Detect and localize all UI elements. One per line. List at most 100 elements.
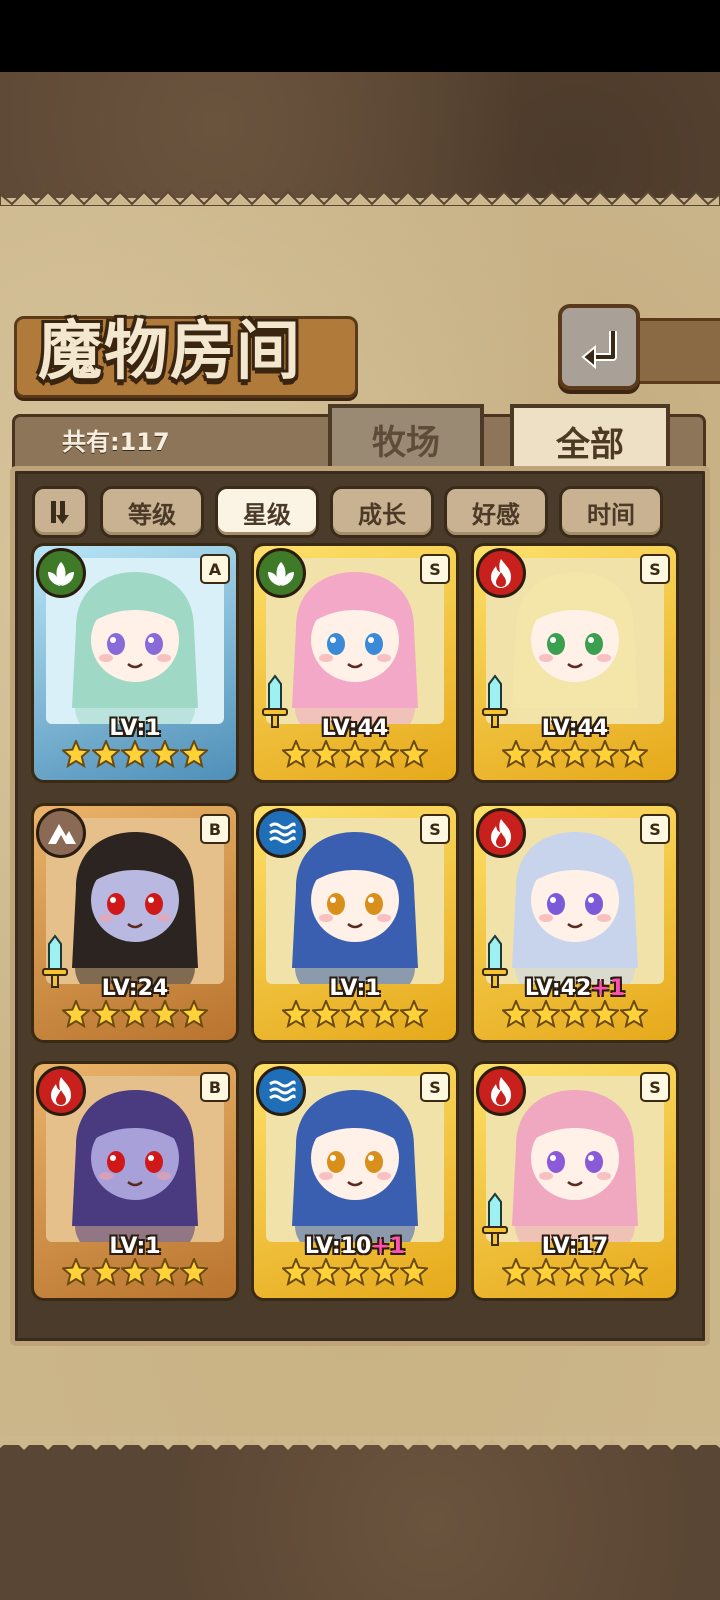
star-icon xyxy=(91,740,120,768)
star-icon xyxy=(282,1000,310,1028)
star-icon xyxy=(531,1258,560,1286)
star-icon xyxy=(311,740,340,768)
star-icon xyxy=(150,740,179,768)
star-icon xyxy=(91,1000,120,1028)
star-icon xyxy=(180,1000,208,1028)
back-button[interactable] xyxy=(558,304,640,390)
sort-level-button[interactable]: 等级 xyxy=(100,486,204,538)
monster-card[interactable]: S LV:10+1 xyxy=(254,1064,456,1298)
grade-badge: S xyxy=(640,554,670,584)
monster-level: LV:10+1 xyxy=(254,1234,456,1259)
star-icon xyxy=(620,1000,648,1028)
star-rating xyxy=(62,1258,208,1290)
star-icon xyxy=(180,740,208,768)
element-nature-icon xyxy=(36,548,86,598)
star-icon xyxy=(400,1000,428,1028)
element-fire-icon xyxy=(36,1066,86,1116)
star-icon xyxy=(561,1258,589,1286)
star-rating xyxy=(62,740,208,772)
monster-level: LV:1 xyxy=(34,716,236,741)
grade-badge: S xyxy=(420,1072,450,1102)
star-rating xyxy=(62,1000,208,1032)
sort-order-button[interactable] xyxy=(32,486,88,538)
grade-badge: B xyxy=(200,814,230,844)
star-icon xyxy=(502,740,530,768)
grade-badge: S xyxy=(640,1072,670,1102)
level-bonus: +1 xyxy=(591,976,626,1001)
star-icon xyxy=(62,1258,90,1286)
sort-order-icon xyxy=(51,501,69,524)
level-value: LV:44 xyxy=(321,716,389,741)
grade-badge: B xyxy=(200,1072,230,1102)
star-icon xyxy=(311,1258,340,1286)
map-background-bottom xyxy=(0,1445,720,1600)
page-title: 魔物房间 xyxy=(38,314,302,389)
star-icon xyxy=(502,1258,530,1286)
monster-level: LV:24 xyxy=(34,976,236,1001)
level-value: LV:44 xyxy=(541,716,609,741)
star-icon xyxy=(590,1000,619,1028)
monster-card[interactable]: A LV:1 xyxy=(34,546,236,780)
star-icon xyxy=(121,740,149,768)
star-rating xyxy=(282,1258,428,1290)
star-rating xyxy=(502,1258,648,1290)
back-button-bar xyxy=(628,318,720,384)
monster-level: LV:42+1 xyxy=(474,976,676,1001)
star-rating xyxy=(502,740,648,772)
star-icon xyxy=(341,1000,369,1028)
star-icon xyxy=(341,740,369,768)
star-icon xyxy=(561,740,589,768)
monster-card[interactable]: S LV:44 xyxy=(474,546,676,780)
level-value: LV:42 xyxy=(524,976,592,1001)
monster-level: LV:44 xyxy=(254,716,456,741)
star-icon xyxy=(590,740,619,768)
element-water-icon xyxy=(256,808,306,858)
star-icon xyxy=(150,1258,179,1286)
monster-card[interactable]: S LV:1 xyxy=(254,806,456,1040)
element-water-icon xyxy=(256,1066,306,1116)
element-fire-icon xyxy=(476,548,526,598)
monster-level: LV:17 xyxy=(474,1234,676,1259)
sort-growth-button[interactable]: 成长 xyxy=(330,486,434,538)
monster-level: LV:1 xyxy=(254,976,456,1001)
star-icon xyxy=(620,740,648,768)
sort-star-button[interactable]: 星级 xyxy=(215,486,319,538)
star-icon xyxy=(561,1000,589,1028)
level-value: LV:1 xyxy=(109,1234,161,1259)
star-icon xyxy=(531,740,560,768)
star-icon xyxy=(590,1258,619,1286)
monster-card[interactable]: S LV:17 xyxy=(474,1064,676,1298)
star-icon xyxy=(341,1258,369,1286)
level-value: LV:17 xyxy=(541,1234,609,1259)
tab-ranch[interactable]: 牧场 xyxy=(328,404,484,474)
level-bonus: +1 xyxy=(371,1234,406,1259)
monster-card[interactable]: S LV:42+1 xyxy=(474,806,676,1040)
star-icon xyxy=(282,1258,310,1286)
sort-affection-button[interactable]: 好感 xyxy=(444,486,548,538)
level-value: LV:24 xyxy=(101,976,169,1001)
monster-card[interactable]: S LV:44 xyxy=(254,546,456,780)
star-rating xyxy=(282,1000,428,1032)
sort-time-button[interactable]: 时间 xyxy=(559,486,663,538)
monster-card[interactable]: B LV:1 xyxy=(34,1064,236,1298)
grade-badge: S xyxy=(640,814,670,844)
parchment-top-edge xyxy=(0,190,720,206)
star-rating xyxy=(282,740,428,772)
star-icon xyxy=(370,1258,399,1286)
star-icon xyxy=(620,1258,648,1286)
star-icon xyxy=(91,1258,120,1286)
status-bar xyxy=(0,0,720,72)
element-nature-icon xyxy=(256,548,306,598)
star-icon xyxy=(370,1000,399,1028)
monster-level: LV:1 xyxy=(34,1234,236,1259)
level-value: LV:1 xyxy=(109,716,161,741)
star-icon xyxy=(282,740,310,768)
star-icon xyxy=(400,740,428,768)
element-fire-icon xyxy=(476,808,526,858)
star-icon xyxy=(150,1000,179,1028)
monster-card[interactable]: B LV:24 xyxy=(34,806,236,1040)
level-value: LV:10 xyxy=(304,1234,372,1259)
star-icon xyxy=(62,1000,90,1028)
parchment-bottom-edge xyxy=(0,1436,720,1450)
star-icon xyxy=(370,740,399,768)
